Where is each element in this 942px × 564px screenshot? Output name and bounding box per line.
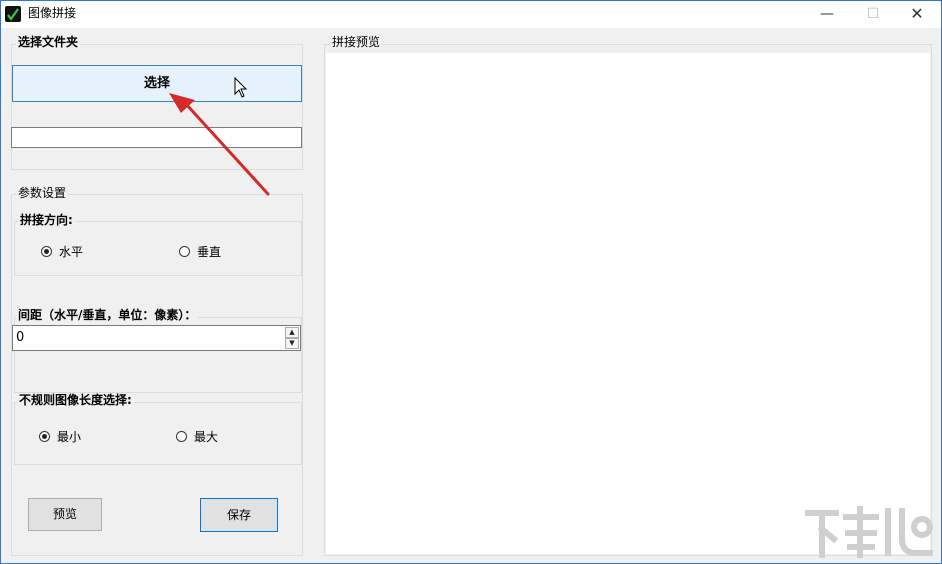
params-group-label: 参数设置 bbox=[16, 186, 69, 200]
watermark-logo-icon bbox=[805, 506, 933, 558]
gap-stepper[interactable]: 0 ▲ ▼ bbox=[12, 325, 301, 351]
radio-max[interactable]: 最大 bbox=[176, 430, 236, 446]
close-button[interactable]: ✕ bbox=[894, 1, 940, 27]
gap-value: 0 bbox=[16, 330, 25, 345]
folder-group bbox=[11, 44, 303, 170]
gap-group-label: 间距（水平/垂直，单位：像素）： bbox=[16, 308, 199, 322]
radio-circle-checked bbox=[39, 431, 50, 442]
preview-canvas bbox=[326, 53, 930, 554]
mouse-cursor-icon bbox=[234, 77, 248, 98]
select-folder-button[interactable]: 选择 bbox=[12, 65, 302, 102]
preview-button[interactable]: 预览 bbox=[28, 498, 102, 531]
window-title: 图像拼接 bbox=[28, 6, 77, 20]
minimize-button[interactable]: — bbox=[804, 1, 850, 27]
radio-circle-checked bbox=[41, 246, 52, 257]
preview-group-label: 拼接预览 bbox=[330, 35, 383, 49]
folder-path-input[interactable] bbox=[11, 127, 302, 148]
spin-up-icon[interactable]: ▲ bbox=[285, 327, 299, 338]
radio-min[interactable]: 最小 bbox=[39, 430, 99, 446]
folder-group-label: 选择文件夹 bbox=[16, 35, 81, 49]
radio-vertical[interactable]: 垂直 bbox=[179, 245, 239, 261]
radio-horizontal[interactable]: 水平 bbox=[41, 245, 101, 261]
radio-label: 最小 bbox=[57, 430, 82, 444]
radio-label: 最大 bbox=[194, 430, 219, 444]
radio-label: 水平 bbox=[59, 245, 84, 259]
spin-down-icon[interactable]: ▼ bbox=[285, 338, 299, 349]
maximize-button[interactable]: ☐ bbox=[850, 1, 896, 27]
length-group-label: 不规则图像长度选择: bbox=[17, 393, 134, 407]
radio-label: 垂直 bbox=[197, 245, 222, 259]
app-icon bbox=[5, 6, 21, 22]
save-button[interactable]: 保存 bbox=[200, 498, 278, 532]
radio-circle bbox=[179, 246, 190, 257]
direction-group-label: 拼接方向: bbox=[18, 213, 75, 227]
radio-circle bbox=[176, 431, 187, 442]
title-bar bbox=[1, 1, 941, 28]
